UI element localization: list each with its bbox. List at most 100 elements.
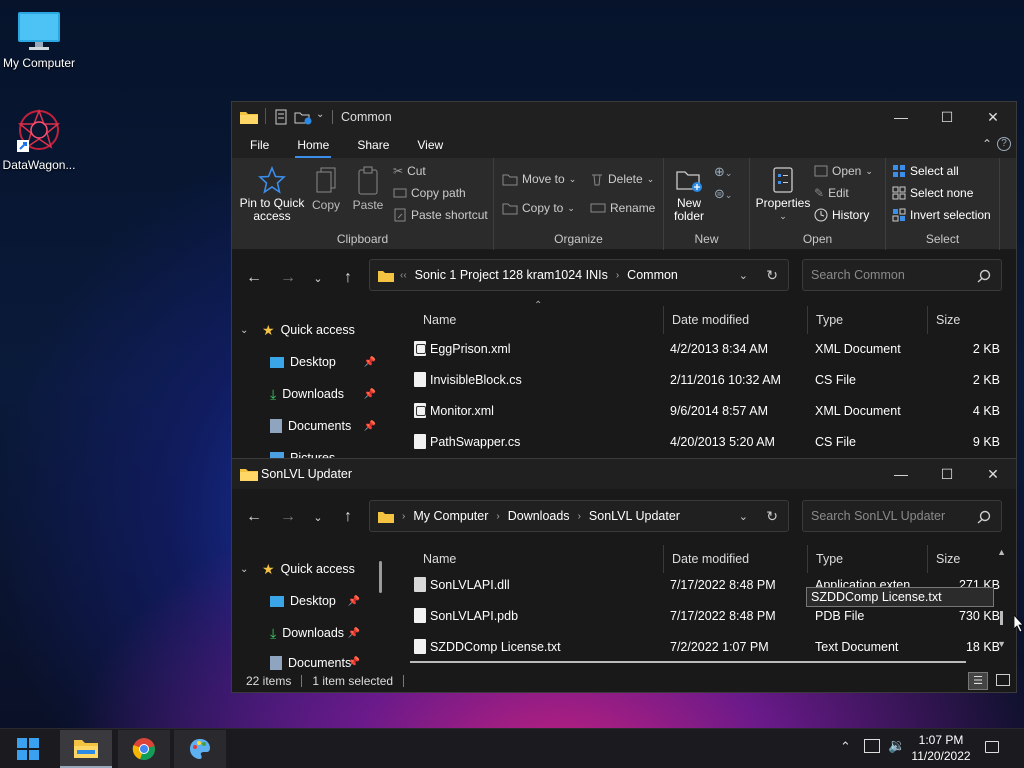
desktop-icon-datawagon[interactable]: DataWagon... [0, 108, 81, 172]
tab-file[interactable]: File [250, 138, 269, 152]
select-all-button[interactable]: Select all [892, 164, 959, 178]
taskbar-chrome[interactable] [118, 730, 170, 768]
column-header-name[interactable]: Name [415, 306, 664, 334]
new-item-button[interactable]: ⊕⌄ [714, 164, 732, 180]
vertical-scrollbar[interactable] [1000, 611, 1003, 625]
refresh-icon[interactable]: ↻ [766, 508, 778, 525]
forward-button[interactable]: → [276, 250, 300, 306]
minimize-button[interactable]: — [878, 459, 924, 489]
desktop-icon-my-computer[interactable]: My Computer [0, 10, 81, 70]
column-header-type[interactable]: Type [808, 545, 928, 573]
details-view-icon[interactable]: ☰ [968, 672, 988, 690]
file-row[interactable]: EggPrison.xml 4/2/2013 8:34 AM XML Docum… [390, 334, 1008, 365]
new-folder-qat-icon[interactable] [294, 110, 312, 125]
search-input[interactable]: Search Common [802, 259, 1002, 291]
column-header-date[interactable]: Date modified [664, 306, 808, 334]
address-bar[interactable]: ‹‹ Sonic 1 Project 128 kram1024 INIs › C… [369, 259, 789, 291]
search-input[interactable]: Search SonLVL Updater [802, 500, 1002, 532]
nav-item-documents[interactable]: Documents 📌 [232, 414, 384, 438]
select-none-button[interactable]: Select none [892, 186, 973, 200]
open-button[interactable]: Open ⌄ [814, 164, 873, 178]
nav-scrollbar[interactable] [379, 561, 382, 593]
horizontal-scrollbar[interactable] [410, 661, 966, 663]
new-folder-button[interactable]: New folder [668, 166, 710, 223]
close-button[interactable]: ✕ [970, 459, 1016, 489]
breadcrumb-part[interactable]: SonLVL Updater [589, 509, 680, 523]
scroll-up-icon[interactable]: ▲ [997, 547, 1006, 557]
column-header-size[interactable]: Size [928, 306, 1008, 334]
tab-view[interactable]: View [417, 138, 443, 152]
maximize-button[interactable]: ☐ [924, 459, 970, 489]
title-bar[interactable]: SonLVL Updater — ☐ ✕ [232, 459, 1016, 489]
nav-item-downloads[interactable]: ⤓ Downloads 📌 [232, 382, 384, 406]
rename-button[interactable]: Rename [590, 201, 655, 215]
copy-path-button[interactable]: Copy path [393, 186, 466, 200]
cut-button[interactable]: ✂ Cut [393, 164, 426, 178]
notifications-icon[interactable] [985, 741, 999, 753]
tab-home[interactable]: Home [295, 138, 332, 158]
column-header-size[interactable]: Size [928, 545, 1008, 573]
tab-share[interactable]: Share [357, 138, 389, 152]
close-button[interactable]: ✕ [970, 102, 1016, 132]
column-header-date[interactable]: Date modified [664, 545, 808, 573]
file-row[interactable]: Monitor.xml 9/6/2014 8:57 AM XML Documen… [390, 396, 1008, 427]
clock[interactable]: 1:07 PM 11/20/2022 [908, 732, 974, 764]
file-row[interactable]: SZDDComp License.txt 7/2/2022 1:07 PM Te… [390, 632, 1008, 663]
breadcrumb-part[interactable]: Downloads [508, 509, 570, 523]
file-row[interactable]: InvisibleBlock.cs 2/11/2016 10:32 AM CS … [390, 365, 1008, 396]
scroll-down-icon[interactable]: ▼ [997, 639, 1006, 649]
breadcrumb-part[interactable]: Common [627, 268, 678, 282]
back-button[interactable]: ← [242, 489, 266, 545]
breadcrumb-part[interactable]: Sonic 1 Project 128 kram1024 INIs [415, 268, 608, 282]
breadcrumb-overflow-icon[interactable]: ‹‹ [400, 270, 407, 281]
paste-shortcut-button[interactable]: Paste shortcut [393, 208, 488, 222]
start-button[interactable] [2, 730, 54, 768]
refresh-icon[interactable]: ↻ [766, 267, 778, 284]
breadcrumb-part[interactable]: My Computer [413, 509, 488, 523]
edit-button[interactable]: ✎ Edit [814, 186, 849, 200]
address-dropdown-icon[interactable]: ⌄ [739, 510, 748, 523]
large-icons-view-icon[interactable] [996, 674, 1010, 686]
invert-selection-button[interactable]: Invert selection [892, 208, 991, 222]
chevron-down-icon: ⌄ [240, 563, 249, 575]
volume-icon[interactable]: 🔉 [888, 737, 905, 754]
nav-item-desktop[interactable]: Desktop 📌 [232, 350, 384, 374]
up-button[interactable]: ↑ [336, 250, 360, 306]
collapse-ribbon-icon[interactable]: ⌃ [982, 137, 992, 151]
copy-button[interactable]: Copy [308, 166, 344, 212]
back-button[interactable]: ← [242, 250, 266, 306]
nav-item-desktop[interactable]: Desktop 📌 [232, 589, 384, 613]
address-dropdown-icon[interactable]: ⌄ [739, 269, 748, 282]
title-bar[interactable]: ⌄ Common — ☐ ✕ [232, 102, 1016, 132]
address-bar[interactable]: › My Computer › Downloads › SonLVL Updat… [369, 500, 789, 532]
paste-button[interactable]: Paste [350, 166, 386, 212]
taskbar-paint[interactable] [174, 730, 226, 768]
copy-path-icon [393, 188, 407, 198]
forward-button[interactable]: → [276, 489, 300, 545]
taskbar-file-explorer[interactable] [60, 730, 112, 768]
chevron-down-icon[interactable]: ⌄ [316, 109, 324, 120]
column-header-type[interactable]: Type [808, 306, 928, 334]
properties-qat-icon[interactable] [275, 109, 287, 125]
network-icon[interactable] [864, 739, 880, 753]
nav-quick-access[interactable]: ⌄ ★ Quick access [232, 557, 384, 581]
pin-to-quick-access-button[interactable]: Pin to Quick access [236, 166, 308, 223]
column-header-name[interactable]: Name [415, 545, 664, 573]
properties-button[interactable]: Properties ⌄ [752, 166, 814, 223]
group-label: Organize [554, 232, 603, 246]
help-icon[interactable]: ? [997, 137, 1011, 151]
recent-locations-button[interactable]: ⌄ [306, 489, 330, 545]
recent-locations-button[interactable]: ⌄ [306, 250, 330, 306]
delete-button[interactable]: Delete ⌄ [590, 172, 654, 186]
nav-item-downloads[interactable]: ⤓ Downloads 📌 [232, 621, 384, 645]
copy-to-button[interactable]: Copy to ⌄ [502, 201, 575, 215]
maximize-button[interactable]: ☐ [924, 102, 970, 132]
move-to-button[interactable]: Move to ⌄ [502, 172, 576, 186]
file-row[interactable]: PathSwapper.cs 4/20/2013 5:20 AM CS File… [390, 427, 1008, 458]
easy-access-button[interactable]: ⊜⌄ [714, 186, 732, 202]
minimize-button[interactable]: — [878, 102, 924, 132]
nav-quick-access[interactable]: ⌄ ★ Quick access [232, 318, 384, 342]
history-button[interactable]: History [814, 208, 869, 222]
up-button[interactable]: ↑ [336, 489, 360, 545]
show-hidden-icons-button[interactable]: ⌃ [840, 739, 851, 755]
